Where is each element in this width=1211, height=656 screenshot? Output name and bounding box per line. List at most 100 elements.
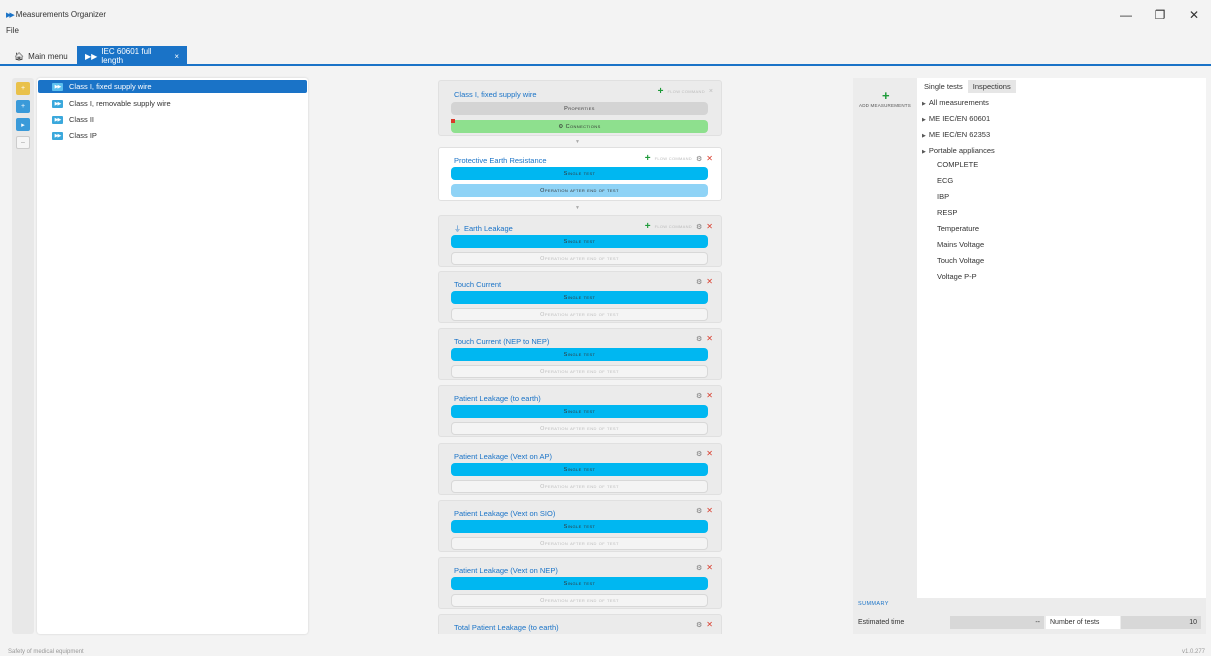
gear-icon[interactable]: ⚙ [696,278,702,286]
properties-button[interactable]: Properties [451,102,708,115]
remove-icon[interactable]: ✕ [706,391,713,400]
sequence-panel: Class I, fixed supply wire + FLOW COMMAND ×… [438,78,723,634]
gear-icon[interactable]: ⚙ [696,450,702,458]
tab-iec-60601[interactable]: ▶▶ IEC 60601 full length × [77,46,187,66]
operation-after-test-button[interactable]: Operation after end of test [451,365,708,378]
remove-icon[interactable]: ✕ [706,222,713,231]
gear-icon[interactable]: ⚙ [696,392,702,400]
expand-arrow-icon[interactable]: ▶ [922,149,926,155]
expand-arrow-icon[interactable]: ▶ [922,133,926,139]
tab-close-icon[interactable]: × [174,52,179,61]
program-item[interactable]: ▶▶ Class II [38,114,307,125]
program-item[interactable]: ▶▶ Class IP [38,130,307,141]
operation-after-test-button[interactable]: Operation after end of test [451,308,708,321]
test-title-text: Patient Leakage (Vext on AP) [454,452,552,461]
tree-group[interactable]: ▶ ME IEC/EN 60601 [922,114,990,123]
test-card: Touch Current (NEP to NEP) ⚙ ✕ Single test O… [438,328,722,380]
tree-item[interactable]: ECG [937,176,953,185]
tree-group[interactable]: ▶ All measurements [922,98,989,107]
gear-icon[interactable]: ⚙ [696,155,702,163]
warning-flag-icon [451,119,455,123]
card-controls: ⚙ ✕ [696,334,713,343]
tree-group[interactable]: ▶ Portable appliances [922,146,995,155]
tree-group[interactable]: ▶ ME IEC/EN 62353 [922,130,990,139]
expand-arrow-icon[interactable]: ▶ [922,101,926,107]
single-test-button[interactable]: Single test [451,405,708,418]
restore-button[interactable]: ❐ [1143,0,1177,30]
test-title: ⏚ Earth Leakage [454,224,513,234]
test-title-text: Patient Leakage (to earth) [454,394,541,403]
menu-file[interactable]: File [6,26,19,35]
single-test-button[interactable]: Single test [451,577,708,590]
operation-after-test-button[interactable]: Operation after end of test [451,252,708,265]
add-flow-command-icon[interactable]: + [658,86,664,97]
close-icon[interactable]: × [709,88,713,95]
test-title-text: Patient Leakage (Vext on SIO) [454,509,556,518]
tab-inspections[interactable]: Inspections [967,80,1016,93]
status-bar: Safety of medical equipment v1.0.277 [0,646,1211,656]
tab-main-menu[interactable]: 🏠︎ Main menu [6,46,76,66]
operation-after-test-button[interactable]: Operation after end of test [451,594,708,607]
add-measurements-label: ADD MEASUREMENTS [859,103,911,108]
add-plus-icon: + [882,88,890,103]
single-test-button[interactable]: Single test [451,235,708,248]
expand-arrow-icon[interactable]: ▶ [922,117,926,123]
tree-item[interactable]: RESP [937,208,957,217]
status-text: Safety of medical equipment [8,649,84,655]
flow-command-label[interactable]: FLOW COMMAND [668,89,705,94]
operation-after-test-button[interactable]: Operation after end of test [451,184,708,197]
single-test-button[interactable]: Single test [451,520,708,533]
remove-icon[interactable]: ✕ [706,563,713,572]
app-logo-icon: ▶▶ [6,11,15,19]
new-program-icon[interactable]: + [16,100,30,113]
connections-button[interactable]: ⚙ Connections [451,120,708,133]
tree-item[interactable]: Mains Voltage [937,240,984,249]
program-item[interactable]: ▶▶ Class I, removable supply wire [38,98,307,109]
remove-icon[interactable]: ✕ [706,154,713,163]
tree-item[interactable]: Touch Voltage [937,256,984,265]
close-window-button[interactable]: ✕ [1177,0,1211,30]
operation-after-test-button[interactable]: Operation after end of test [451,537,708,550]
tree-item[interactable]: Temperature [937,224,979,233]
add-flow-command-icon[interactable]: + [645,221,651,232]
gear-icon[interactable]: ⚙ [696,621,702,629]
test-title-text: Touch Current (NEP to NEP) [454,337,550,346]
operation-after-test-button[interactable]: Operation after end of test [451,422,708,435]
duplicate-program-icon[interactable]: ▸ [16,118,30,131]
gear-icon[interactable]: ⚙ [696,223,702,231]
add-measurements-button[interactable]: + ADD MEASUREMENTS [853,78,917,598]
summary-label: SUMMARY [858,601,889,607]
tree-item[interactable]: IBP [937,192,949,201]
operation-after-test-button[interactable]: Operation after end of test [451,480,708,493]
single-test-button[interactable]: Single test [451,291,708,304]
single-test-button[interactable]: Single test [451,463,708,476]
remove-icon[interactable]: ✕ [706,334,713,343]
remove-icon[interactable]: ✕ [706,449,713,458]
minimize-button[interactable]: — [1109,0,1143,30]
version-text: v1.0.277 [1181,649,1205,655]
remove-icon[interactable]: ✕ [706,506,713,515]
flow-command-label[interactable]: FLOW COMMAND [655,224,692,229]
gear-icon[interactable]: ⚙ [696,564,702,572]
remove-icon[interactable]: ✕ [706,620,713,629]
tab-bar: 🏠︎ Main menu ▶▶ IEC 60601 full length × [0,42,1211,66]
open-folder-icon[interactable]: + [16,82,30,95]
tree-item[interactable]: Voltage P-P [937,272,977,281]
card-controls: + FLOW COMMAND ⚙ ✕ [645,221,713,232]
add-flow-command-icon[interactable]: + [645,153,651,164]
single-test-button[interactable]: Single test [451,348,708,361]
flow-command-label[interactable]: FLOW COMMAND [655,156,692,161]
program-label: Class IP [69,131,97,140]
gear-icon[interactable]: ⚙ [696,507,702,515]
program-label: Class II [69,115,95,124]
gear-icon[interactable]: ⚙ [696,335,702,343]
tab-single-tests[interactable]: Single tests [919,80,968,93]
program-item[interactable]: ▶▶ Class I, fixed supply wire [38,80,307,93]
summary-panel: SUMMARY Estimated time -- Number of test… [853,598,1206,634]
delete-program-icon[interactable]: – [16,136,30,149]
program-header-card: Class I, fixed supply wire + FLOW COMMAND ×… [438,80,722,136]
remove-icon[interactable]: ✕ [706,277,713,286]
tree-item[interactable]: COMPLETE [937,160,978,169]
measurement-library: Single tests Inspections ▶ All measuremen… [917,78,1206,598]
single-test-button[interactable]: Single test [451,167,708,180]
